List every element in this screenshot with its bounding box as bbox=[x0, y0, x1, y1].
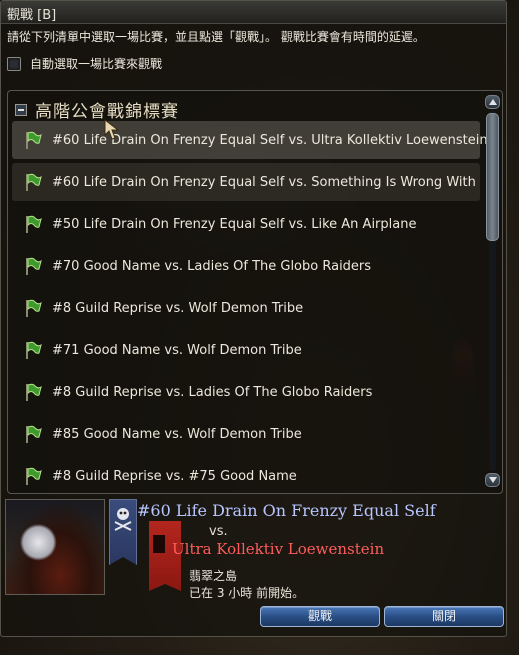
observe-window: 觀戰 [B] 請從下列清單中選取一場比賽，並且點選「觀戰」。 觀戰比賽會有時間的… bbox=[0, 0, 507, 637]
match-start-time: 已在 3 小時 前開始。 bbox=[189, 586, 305, 600]
auto-select-row[interactable]: 自動選取一場比賽來觀戰 bbox=[7, 55, 162, 72]
match-details: #60 Life Drain On Frenzy Equal Self vs. … bbox=[1, 495, 508, 638]
map-name: 翡翠之島 bbox=[189, 569, 238, 583]
team-a-name: #60 Life Drain On Frenzy Equal Self bbox=[137, 501, 436, 520]
match-row[interactable]: #50 Life Drain On Frenzy Equal Self vs. … bbox=[12, 205, 480, 243]
list-scrollbar[interactable] bbox=[485, 95, 500, 487]
close-button[interactable]: 關閉 bbox=[384, 606, 504, 627]
chevron-down-icon bbox=[489, 477, 497, 483]
skull-crossbones-icon bbox=[114, 508, 132, 531]
group-header[interactable]: 高階公會戰錦標賽 bbox=[15, 97, 179, 122]
scroll-thumb[interactable] bbox=[486, 113, 499, 241]
scroll-down-button[interactable] bbox=[485, 473, 500, 487]
green-flag-icon bbox=[26, 131, 42, 149]
green-flag-icon bbox=[26, 299, 42, 317]
match-row[interactable]: #71 Good Name vs. Wolf Demon Tribe bbox=[12, 331, 480, 369]
scroll-up-button[interactable] bbox=[485, 95, 500, 109]
chevron-up-icon bbox=[489, 99, 497, 105]
match-row[interactable]: #70 Good Name vs. Ladies Of The Globo Ra… bbox=[12, 247, 480, 285]
match-label: #70 Good Name vs. Ladies Of The Globo Ra… bbox=[52, 258, 372, 274]
auto-select-checkbox[interactable] bbox=[7, 56, 21, 71]
match-label: #71 Good Name vs. Wolf Demon Tribe bbox=[52, 342, 302, 358]
match-row[interactable]: #60 Life Drain On Frenzy Equal Self vs. … bbox=[12, 121, 488, 159]
window-title: 觀戰 [B] bbox=[7, 8, 57, 23]
green-flag-icon bbox=[26, 173, 42, 191]
match-label: #8 Guild Reprise vs. Wolf Demon Tribe bbox=[52, 300, 304, 316]
match-label: #8 Guild Reprise vs. Ladies Of The Globo… bbox=[52, 384, 373, 400]
team-b-name: Ultra Kollektiv Loewenstein bbox=[172, 540, 385, 558]
green-flag-icon bbox=[26, 383, 42, 401]
green-flag-icon bbox=[26, 425, 42, 443]
map-thumbnail bbox=[5, 499, 105, 595]
mouse-cursor-icon bbox=[104, 119, 120, 140]
match-label: #85 Good Name vs. Wolf Demon Tribe bbox=[52, 426, 302, 442]
watch-button[interactable]: 觀戰 bbox=[260, 606, 380, 627]
green-flag-icon bbox=[26, 257, 42, 275]
team-a-banner-icon bbox=[109, 499, 137, 565]
instructions-text: 請從下列清單中選取一場比賽，並且點選「觀戰」。 觀戰比賽會有時間的延遲。 bbox=[7, 30, 425, 44]
green-flag-icon bbox=[26, 215, 42, 233]
minus-box-icon[interactable] bbox=[15, 103, 27, 116]
match-row[interactable]: #8 Guild Reprise vs. Wolf Demon Tribe bbox=[12, 289, 480, 327]
match-rows: #60 Life Drain On Frenzy Equal Self vs. … bbox=[12, 121, 488, 499]
match-row[interactable]: #60 Life Drain On Frenzy Equal Self vs. … bbox=[12, 163, 480, 201]
match-row[interactable]: #8 Guild Reprise vs. #75 Good Name bbox=[12, 457, 480, 495]
match-row[interactable]: #85 Good Name vs. Wolf Demon Tribe bbox=[12, 415, 480, 453]
match-list: 高階公會戰錦標賽 #60 Life Drain On Frenzy Equal … bbox=[7, 90, 503, 494]
match-label: #50 Life Drain On Frenzy Equal Self vs. … bbox=[52, 216, 417, 232]
auto-select-label: 自動選取一場比賽來觀戰 bbox=[30, 57, 163, 71]
match-row[interactable]: #8 Guild Reprise vs. Ladies Of The Globo… bbox=[12, 373, 480, 411]
green-flag-icon bbox=[26, 467, 42, 485]
match-label: #60 Life Drain On Frenzy Equal Self vs. … bbox=[52, 174, 476, 190]
match-label: #8 Guild Reprise vs. #75 Good Name bbox=[52, 468, 297, 484]
versus-label: vs. bbox=[209, 524, 228, 539]
green-flag-icon bbox=[26, 341, 42, 359]
window-titlebar[interactable]: 觀戰 [B] bbox=[1, 1, 506, 24]
